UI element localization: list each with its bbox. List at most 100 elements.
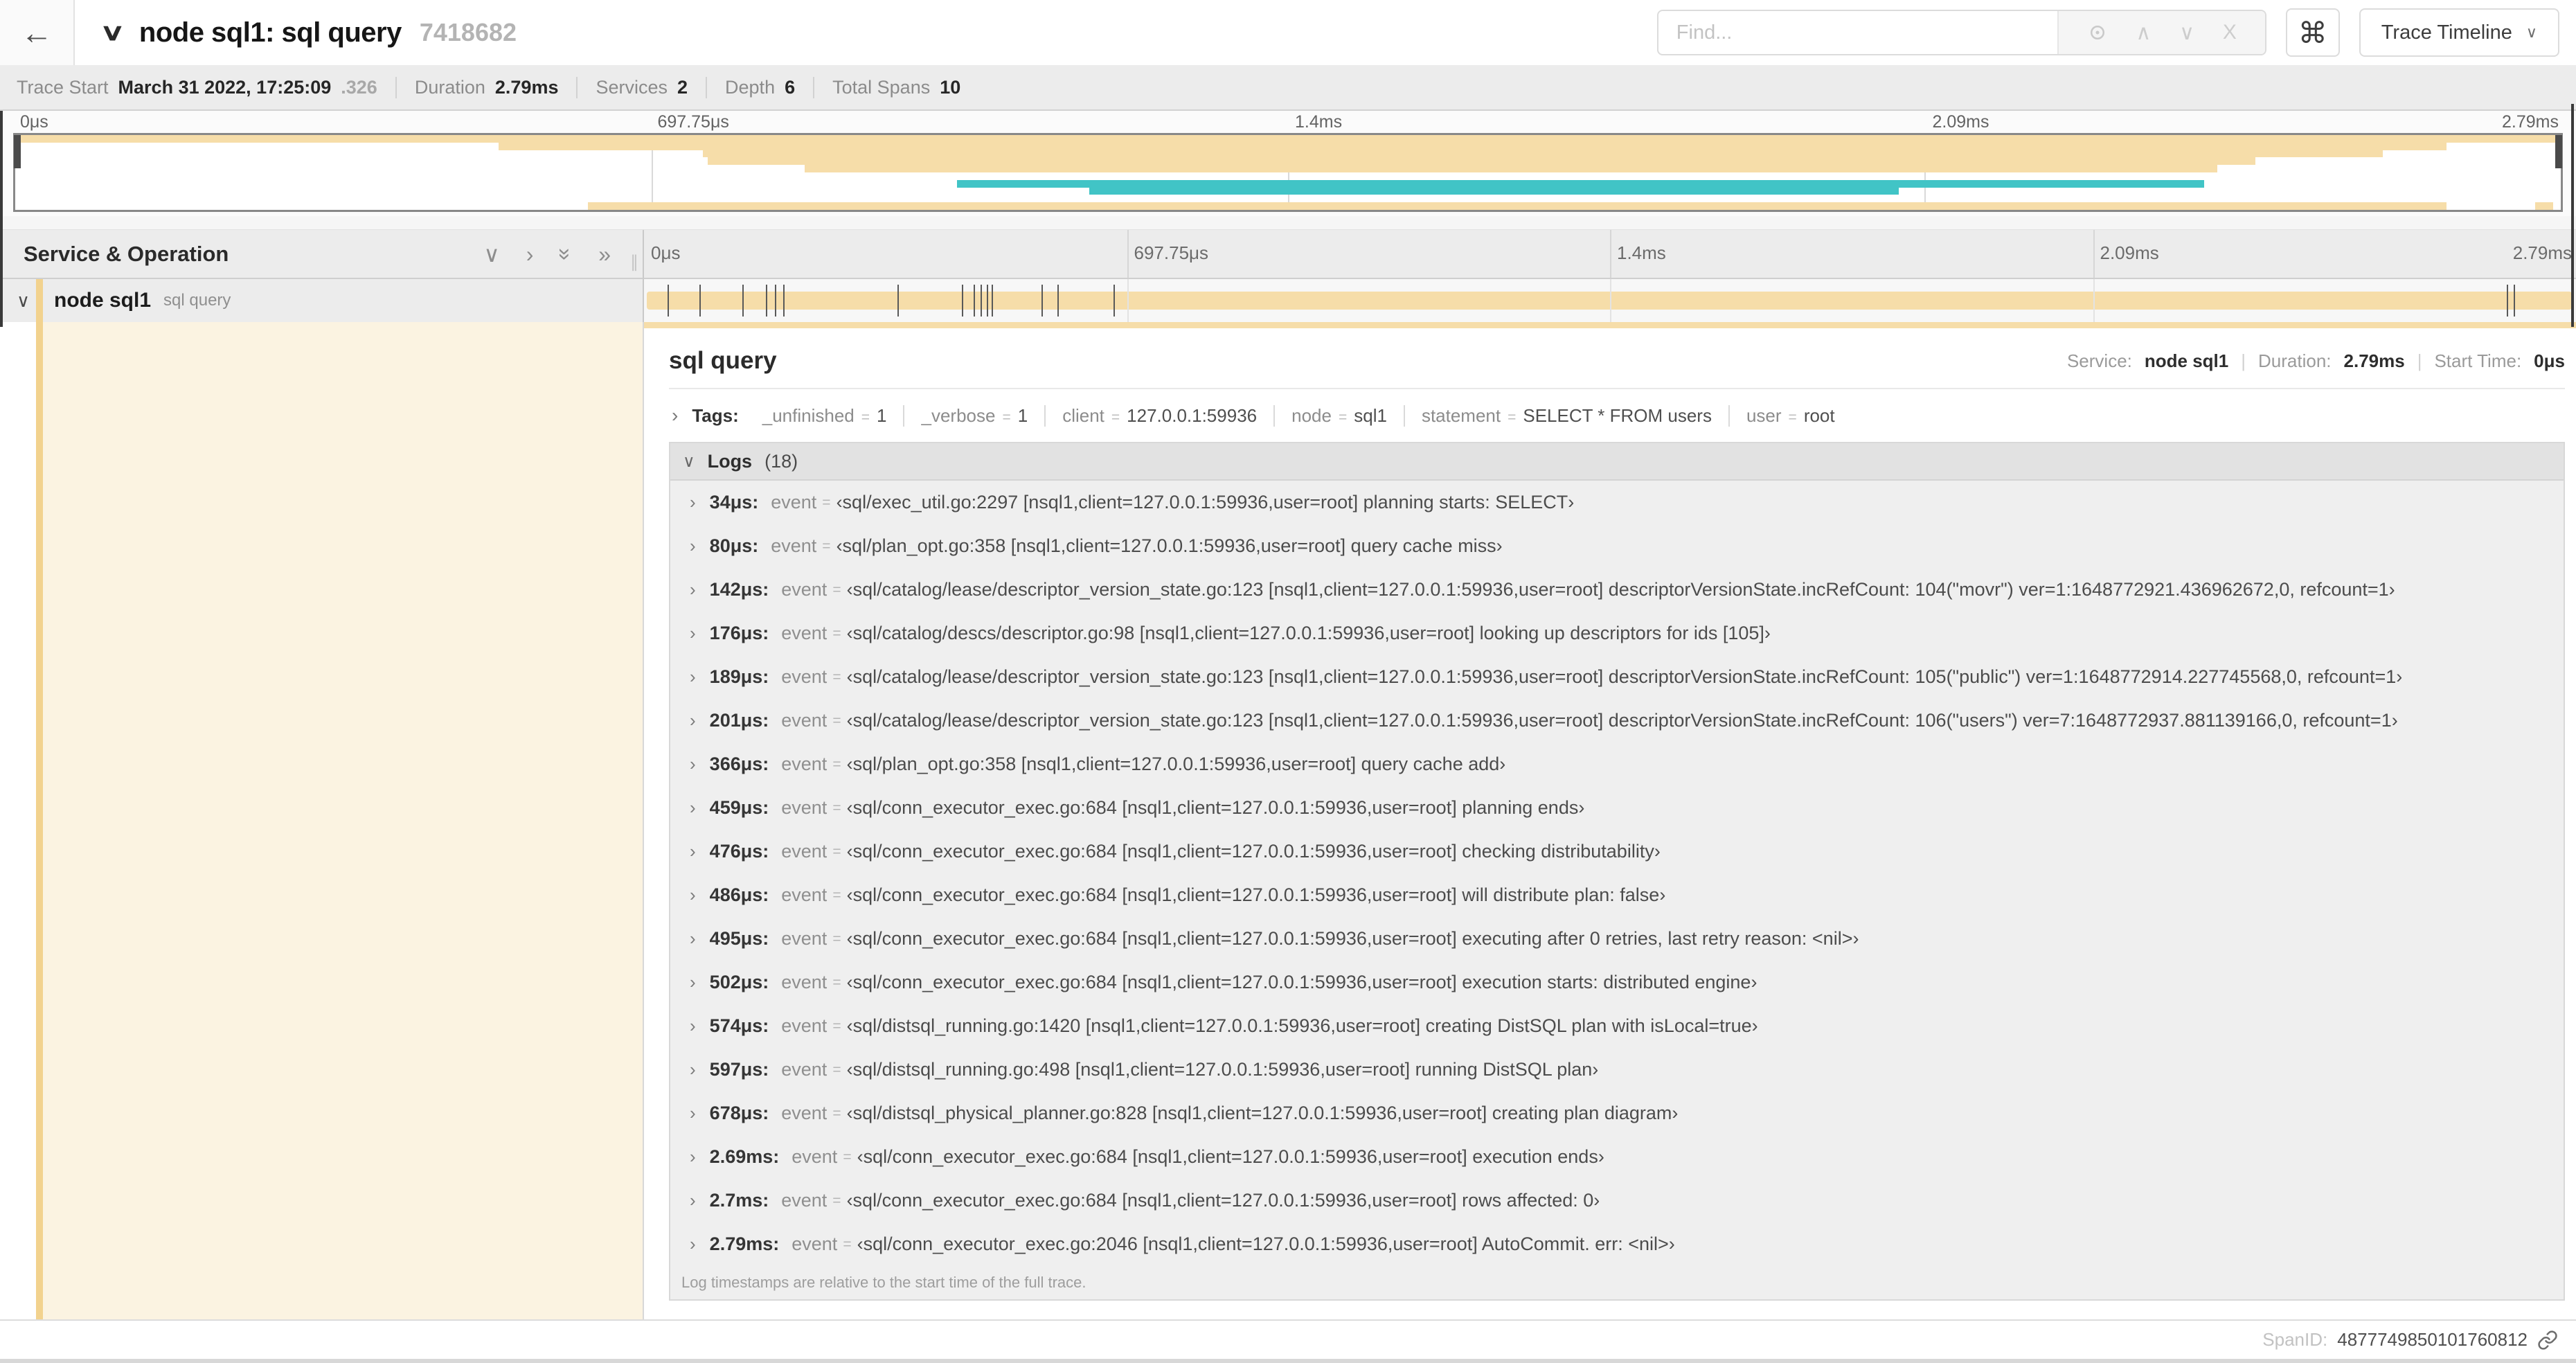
log-message: ‹sql/exec_util.go:2297 [nsql1,client=127… bbox=[836, 492, 1575, 513]
log-expand-chevron-icon[interactable]: › bbox=[690, 1015, 696, 1037]
back-button[interactable]: ← bbox=[0, 0, 75, 65]
tag-key: client bbox=[1062, 404, 1104, 426]
log-timestamp: 366μs: bbox=[709, 754, 769, 774]
timeline-header-row: Service & Operation ∨ › » » ∥ 0μs 697.75μ… bbox=[0, 230, 2576, 279]
log-row[interactable]: › 176μs: event = ‹sql/catalog/descs/descript… bbox=[670, 612, 2564, 655]
clear-search-icon[interactable]: X bbox=[2223, 21, 2237, 44]
log-field-key: event bbox=[781, 797, 828, 818]
log-row[interactable]: › 142μs: event = ‹sql/catalog/lease/descript… bbox=[670, 568, 2564, 612]
log-expand-chevron-icon[interactable]: › bbox=[690, 579, 696, 600]
log-row[interactable]: › 80μs: event = ‹sql/plan_opt.go:358 [nsql1,… bbox=[670, 524, 2564, 568]
tags-row[interactable]: › Tags: _unfinished = 1 _verbose = 1 client = 12… bbox=[669, 389, 2565, 442]
minimap-span-bar bbox=[2535, 202, 2553, 210]
keyboard-shortcuts-button[interactable]: ⌘ bbox=[2285, 8, 2340, 57]
collapse-one-icon[interactable]: ∨ bbox=[483, 243, 499, 265]
log-timestamp: 574μs: bbox=[709, 1015, 769, 1036]
log-expand-chevron-icon[interactable]: › bbox=[690, 710, 696, 731]
log-message: ‹sql/distsql_running.go:1420 [nsql1,clie… bbox=[846, 1015, 1758, 1036]
log-message: ‹sql/conn_executor_exec.go:684 [nsql1,cl… bbox=[846, 928, 1859, 949]
deep-link-icon[interactable] bbox=[2537, 1330, 2558, 1351]
log-expand-chevron-icon[interactable]: › bbox=[690, 928, 696, 950]
tags-expand-chevron-icon[interactable]: › bbox=[672, 404, 678, 427]
tag-item[interactable]: statement = SELECT * FROM users bbox=[1405, 404, 1730, 427]
collapse-all-icon[interactable]: » bbox=[553, 248, 578, 260]
minimap-canvas[interactable] bbox=[13, 133, 2563, 212]
log-expand-chevron-icon[interactable]: › bbox=[690, 666, 696, 688]
log-expand-chevron-icon[interactable]: › bbox=[690, 1233, 696, 1255]
log-row[interactable]: › 574μs: event = ‹sql/distsql_running.go:142… bbox=[670, 1004, 2564, 1048]
log-expand-chevron-icon[interactable]: › bbox=[690, 754, 696, 775]
log-row[interactable]: › 502μs: event = ‹sql/conn_executor_exec.go:… bbox=[670, 961, 2564, 1004]
log-message: ‹sql/distsql_running.go:498 [nsql1,clien… bbox=[846, 1059, 1599, 1080]
log-expand-chevron-icon[interactable]: › bbox=[690, 884, 696, 906]
log-row[interactable]: › 201μs: event = ‹sql/catalog/lease/descript… bbox=[670, 699, 2564, 742]
span-collapse-chevron-icon[interactable]: ∨ bbox=[17, 290, 30, 312]
log-row[interactable]: › 495μs: event = ‹sql/conn_executor_exec.go:… bbox=[670, 917, 2564, 961]
log-expand-chevron-icon[interactable]: › bbox=[690, 623, 696, 644]
log-row[interactable]: › 2.7ms: event = ‹sql/conn_executor_exec.go:… bbox=[670, 1179, 2564, 1222]
log-event-tick bbox=[1113, 285, 1115, 317]
log-field-key: event bbox=[791, 1233, 838, 1254]
span-duration-bar[interactable] bbox=[647, 292, 2572, 310]
log-row[interactable]: › 2.79ms: event = ‹sql/conn_executor_exec.go… bbox=[670, 1222, 2564, 1266]
expand-one-icon[interactable]: › bbox=[526, 243, 534, 265]
log-expand-chevron-icon[interactable]: › bbox=[690, 1146, 696, 1168]
log-row[interactable]: › 486μs: event = ‹sql/conn_executor_exec.go:… bbox=[670, 873, 2564, 917]
log-row[interactable]: › 476μs: event = ‹sql/conn_executor_exec.go:… bbox=[670, 830, 2564, 873]
find-input[interactable]: Find... bbox=[1658, 11, 2057, 54]
equals-sign: = bbox=[832, 799, 841, 816]
log-row[interactable]: › 678μs: event = ‹sql/distsql_physical_plann… bbox=[670, 1092, 2564, 1135]
log-expand-chevron-icon[interactable]: › bbox=[690, 492, 696, 513]
logs-block: ∨ Logs (18) › 34μs: event = ‹sql/exec_util.g… bbox=[669, 442, 2565, 1301]
locate-icon[interactable] bbox=[2087, 22, 2108, 43]
column-resize-handle[interactable]: ∥ bbox=[630, 252, 638, 272]
tag-item[interactable]: client = 127.0.0.1:59936 bbox=[1046, 404, 1276, 427]
log-row[interactable]: › 597μs: event = ‹sql/distsql_running.go:498… bbox=[670, 1048, 2564, 1092]
log-event-tick bbox=[1057, 285, 1059, 317]
collapse-trace-chevron-icon[interactable]: ∨ bbox=[100, 19, 125, 46]
log-timestamp: 2.7ms: bbox=[709, 1190, 769, 1211]
logs-header[interactable]: ∨ Logs (18) bbox=[670, 443, 2564, 481]
span-detail-gutter[interactable] bbox=[0, 322, 644, 1319]
equals-sign: = bbox=[832, 625, 841, 641]
log-expand-chevron-icon[interactable]: › bbox=[690, 1059, 696, 1080]
log-row[interactable]: › 459μs: event = ‹sql/conn_executor_exec.go:… bbox=[670, 786, 2564, 830]
viewport-right-handle[interactable] bbox=[2555, 135, 2562, 168]
timeline-minimap[interactable]: 0μs 697.75μs 1.4ms 2.09ms 2.79ms bbox=[0, 111, 2576, 216]
span-name-cell[interactable]: ∨ node sql1 sql query bbox=[0, 279, 644, 322]
viewport-left-handle[interactable] bbox=[14, 135, 21, 168]
minimap-span-bar bbox=[957, 179, 2205, 188]
trace-id: 7418682 bbox=[419, 18, 517, 46]
tag-item[interactable]: node = sql1 bbox=[1275, 404, 1405, 427]
trace-view-selector[interactable]: Trace Timeline ∨ bbox=[2359, 8, 2559, 57]
tick-label: 697.75μs bbox=[1134, 242, 1209, 263]
span-row-node-sql1[interactable]: ∨ node sql1 sql query bbox=[0, 279, 2576, 322]
log-expand-chevron-icon[interactable]: › bbox=[690, 841, 696, 862]
equals-sign: = bbox=[832, 668, 841, 685]
expand-all-icon[interactable]: » bbox=[598, 243, 611, 265]
tag-item[interactable]: _unfinished = 1 bbox=[746, 404, 905, 427]
right-scrubber-line[interactable] bbox=[2571, 104, 2574, 327]
minimap-tick-labels: 0μs 697.75μs 1.4ms 2.09ms 2.79ms bbox=[13, 112, 2563, 133]
left-scrubber-line[interactable] bbox=[0, 111, 3, 327]
tick-label: 697.75μs bbox=[657, 112, 729, 132]
logs-collapse-chevron-icon[interactable]: ∨ bbox=[683, 452, 695, 472]
log-row[interactable]: › 189μs: event = ‹sql/catalog/lease/descript… bbox=[670, 655, 2564, 699]
log-row[interactable]: › 2.69ms: event = ‹sql/conn_executor_exec.go… bbox=[670, 1135, 2564, 1179]
log-expand-chevron-icon[interactable]: › bbox=[690, 1190, 696, 1211]
span-bar-cell[interactable] bbox=[644, 279, 2576, 322]
prev-result-icon[interactable]: ∧ bbox=[2136, 21, 2151, 45]
log-row[interactable]: › 366μs: event = ‹sql/plan_opt.go:358 [nsql1… bbox=[670, 742, 2564, 786]
log-message: ‹sql/conn_executor_exec.go:684 [nsql1,cl… bbox=[857, 1146, 1604, 1167]
log-expand-chevron-icon[interactable]: › bbox=[690, 535, 696, 557]
tag-item[interactable]: _verbose = 1 bbox=[904, 404, 1046, 427]
next-result-icon[interactable]: ∨ bbox=[2179, 21, 2194, 45]
tag-item[interactable]: user = root bbox=[1730, 405, 1852, 427]
log-row[interactable]: › 34μs: event = ‹sql/exec_util.go:2297 [nsql… bbox=[670, 481, 2564, 524]
log-expand-chevron-icon[interactable]: › bbox=[690, 797, 696, 819]
equals-sign: = bbox=[843, 1148, 852, 1165]
log-event-tick bbox=[2507, 285, 2509, 317]
divider: | bbox=[2241, 350, 2246, 371]
log-expand-chevron-icon[interactable]: › bbox=[690, 972, 696, 993]
log-expand-chevron-icon[interactable]: › bbox=[690, 1103, 696, 1124]
